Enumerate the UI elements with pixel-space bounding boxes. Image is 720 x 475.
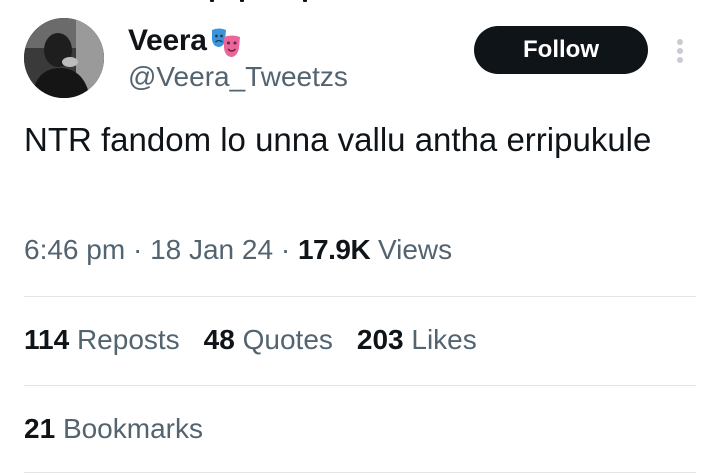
likes-count: 203 bbox=[356, 324, 404, 355]
previous-content-edge bbox=[0, 0, 720, 6]
bookmarks-count: 21 bbox=[24, 413, 56, 444]
views-count: 17.9K bbox=[297, 234, 371, 265]
tweet-time[interactable]: 6:46 pm bbox=[24, 234, 125, 265]
reposts-label: Reposts bbox=[76, 324, 180, 355]
meta-separator: · bbox=[273, 234, 298, 265]
bookmarks-stat[interactable]: 21 Bookmarks bbox=[24, 413, 203, 445]
performing-arts-masks-icon bbox=[211, 28, 240, 57]
user-handle[interactable]: @Veera_Tweetzs bbox=[128, 60, 348, 94]
quotes-label: Quotes bbox=[242, 324, 333, 355]
profile-photo bbox=[24, 18, 104, 98]
author-name-row: Veera bbox=[128, 22, 243, 60]
tweet-date[interactable]: 18 Jan 24 bbox=[150, 234, 273, 265]
display-name[interactable]: Veera bbox=[128, 23, 207, 59]
divider bbox=[24, 385, 696, 386]
reposts-stat[interactable]: 114 Reposts bbox=[24, 324, 180, 356]
quotes-stat[interactable]: 48 Quotes bbox=[204, 324, 333, 356]
engagement-stats: 114 Reposts 48 Quotes 203 Likes bbox=[24, 324, 501, 356]
bookmarks-label: Bookmarks bbox=[62, 413, 203, 444]
divider bbox=[24, 296, 696, 297]
likes-stat[interactable]: 203 Likes bbox=[357, 324, 477, 356]
likes-label: Likes bbox=[411, 324, 477, 355]
avatar[interactable] bbox=[24, 18, 104, 98]
meta-separator: · bbox=[125, 234, 151, 265]
quotes-count: 48 bbox=[203, 324, 235, 355]
divider bbox=[24, 472, 696, 473]
more-vertical-icon[interactable] bbox=[668, 34, 692, 68]
tweet-meta: 6:46 pm · 18 Jan 24 · 17.9K Views bbox=[24, 234, 452, 266]
tweet-text: NTR fandom lo unna vallu antha erripukul… bbox=[24, 121, 652, 158]
views-label: Views bbox=[377, 234, 453, 265]
follow-button[interactable]: Follow bbox=[474, 26, 648, 74]
reposts-count: 114 bbox=[24, 324, 70, 355]
